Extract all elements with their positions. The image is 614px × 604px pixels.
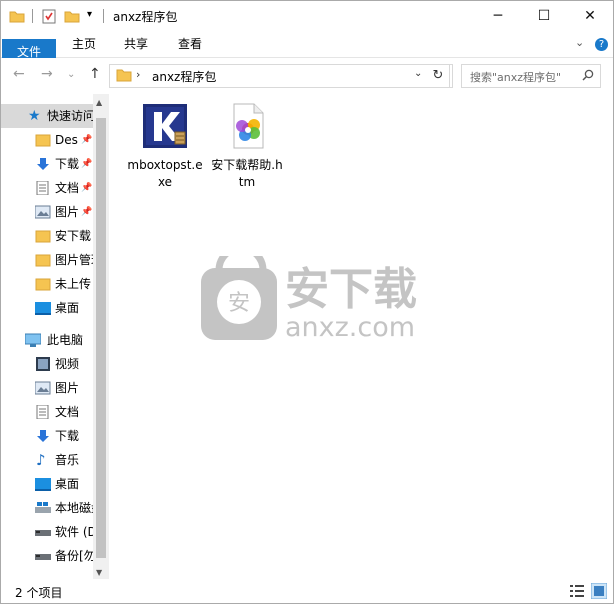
drive-icon [35, 554, 51, 560]
file-item[interactable]: 安下载帮助.htm [209, 102, 285, 191]
nav-item-music[interactable]: ♪ 音乐 [1, 448, 93, 472]
close-button[interactable]: ✕ [567, 1, 613, 31]
nav-item-pictures2[interactable]: 图片 [1, 376, 93, 400]
tab-view[interactable]: 查看 [167, 31, 213, 57]
folder-desktop-icon [35, 134, 51, 147]
tab-share[interactable]: 共享 [113, 31, 159, 57]
nav-item-pictures[interactable]: 图片 📌 [1, 200, 93, 224]
search-box[interactable]: 搜索"anxz程序包" [461, 64, 601, 88]
ribbon: 文件 主页 共享 查看 ⌄ ? [1, 31, 613, 65]
scrollbar-thumb[interactable] [96, 118, 106, 558]
kernel-app-icon [143, 104, 187, 148]
scroll-up-arrow[interactable]: ▲ [96, 98, 102, 107]
separator [32, 9, 33, 23]
star-icon: ★ [28, 108, 41, 124]
drive-icon [35, 530, 51, 536]
pin-icon: 📌 [81, 159, 93, 169]
folder-icon [116, 69, 132, 82]
nav-this-pc[interactable]: 此电脑 [1, 328, 93, 352]
folder-icon [35, 254, 51, 267]
back-button[interactable]: ← [13, 66, 25, 82]
details-view-icon[interactable] [569, 583, 585, 599]
htm-file-icon [233, 103, 264, 149]
picture-icon [35, 205, 51, 219]
help-icon[interactable]: ? [595, 38, 608, 51]
picture-icon [35, 381, 51, 395]
search-icon[interactable] [582, 69, 594, 81]
file-list: mboxtopst.exe 安下载帮助.htm 安 安下载 anxz.com [109, 94, 613, 581]
nav-item-local-disk[interactable]: 本地磁盘 [1, 496, 93, 520]
computer-icon [25, 333, 41, 347]
up-button[interactable]: ↑ [89, 66, 101, 82]
download-icon [37, 158, 49, 170]
minimize-button[interactable]: ─ [475, 1, 521, 31]
nav-quick-access[interactable]: ★ 快速访问 [1, 104, 93, 128]
nav-item-desktop2[interactable]: 桌面 [1, 296, 93, 320]
file-item[interactable]: mboxtopst.exe [127, 102, 203, 191]
folder-icon [35, 230, 51, 243]
nav-scrollbar[interactable]: ▲ ▼ [93, 94, 109, 581]
item-count: 2 个项目 [15, 586, 63, 600]
document-icon [36, 405, 49, 419]
large-icons-view-icon[interactable] [591, 583, 607, 599]
desktop-icon [35, 478, 51, 491]
scroll-down-arrow[interactable]: ▼ [96, 568, 102, 577]
recent-locations-icon[interactable]: ⌄ [67, 69, 75, 80]
nav-item-backup-drive[interactable]: 备份[勿 [1, 544, 93, 568]
nav-item-software-drive[interactable]: 软件 (D [1, 520, 93, 544]
address-dropdown-icon[interactable]: ⌄ [414, 68, 422, 79]
refresh-button[interactable]: ↻ [427, 64, 450, 88]
qat-dropdown-icon[interactable]: ▾ [87, 9, 92, 20]
forward-button[interactable]: → [41, 66, 53, 82]
title-bar: ▾ anxz程序包 ─ ☐ ✕ [1, 1, 613, 31]
nav-item-not-uploaded[interactable]: 未上传 [1, 272, 93, 296]
desktop-icon [35, 302, 51, 315]
expand-ribbon-icon[interactable]: ⌄ [575, 36, 584, 49]
local-disk-icon [35, 502, 51, 513]
watermark: 安 安下载 anxz.com [201, 244, 461, 345]
nav-item-downloads2[interactable]: 下载 [1, 424, 93, 448]
music-icon: ♪ [36, 451, 46, 469]
nav-item-documents2[interactable]: 文档 [1, 400, 93, 424]
new-folder-icon[interactable] [64, 8, 80, 24]
maximize-button[interactable]: ☐ [521, 1, 567, 31]
file-name: mboxtopst.exe [127, 158, 203, 189]
watermark-badge: 安 [228, 291, 250, 316]
nav-item-videos[interactable]: 视频 [1, 352, 93, 376]
nav-item-desktop[interactable]: Des 📌 [1, 128, 93, 152]
nav-item-desktop3[interactable]: 桌面 [1, 472, 93, 496]
watermark-en: anxz.com [285, 312, 415, 342]
properties-icon[interactable] [41, 8, 57, 24]
tab-home[interactable]: 主页 [61, 31, 107, 57]
separator [103, 9, 104, 23]
address-bar[interactable]: › anxz程序包 ⌄ [109, 64, 453, 88]
navigation-pane: ★ 快速访问 Des 📌 下载 📌 文档 📌 图片 📌 安下载 图片管 未上传 … [1, 94, 109, 581]
file-name: 安下载帮助.htm [211, 158, 283, 189]
folder-icon [35, 278, 51, 291]
download-icon [37, 430, 49, 442]
nav-item-anxz[interactable]: 安下载 [1, 224, 93, 248]
address-path: anxz程序包 [152, 70, 217, 84]
document-icon [36, 181, 49, 195]
chevron-right-icon: › [136, 68, 141, 81]
pin-icon: 📌 [81, 135, 93, 145]
status-bar: 2 个项目 [1, 579, 613, 603]
video-icon [36, 357, 50, 371]
pin-icon: 📌 [81, 207, 93, 217]
folder-icon [9, 11, 25, 23]
navigation-bar: ← → ⌄ ↑ › anxz程序包 ⌄ ↻ 搜索"anxz程序包" [1, 58, 613, 94]
explorer-window: ▾ anxz程序包 ─ ☐ ✕ 文件 主页 共享 查看 ⌄ ? ← → ⌄ ↑ … [0, 0, 614, 604]
watermark-cn: 安下载 [285, 264, 417, 315]
search-input[interactable]: 搜索"anxz程序包" [470, 69, 561, 85]
nav-item-image-manager[interactable]: 图片管理 [1, 248, 93, 272]
window-title: anxz程序包 [113, 10, 178, 24]
nav-item-downloads[interactable]: 下载 📌 [1, 152, 93, 176]
pin-icon: 📌 [81, 183, 93, 193]
watermark-logo: 安 安下载 anxz.com [201, 244, 417, 343]
nav-item-documents[interactable]: 文档 📌 [1, 176, 93, 200]
